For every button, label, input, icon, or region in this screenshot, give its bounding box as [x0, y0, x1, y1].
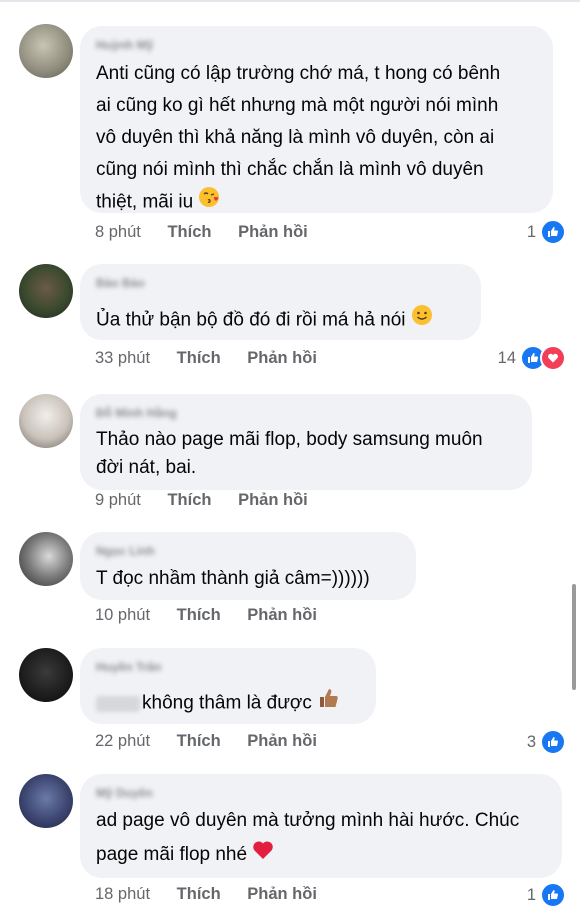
comment-text-line: vô duyên thì khả năng là mình vô duyên, …	[96, 127, 495, 148]
comment-text-line: ad page vô duyên mà tưởng mình hài hước.…	[96, 810, 520, 831]
comment-meta: 10 phút Thích Phản hồi	[95, 606, 339, 625]
top-divider	[0, 0, 580, 2]
commenter-name[interactable]: Mỹ Duyên	[96, 786, 153, 800]
comment-bubble: Đỗ Minh Hằng Thảo nào page mãi flop, bod…	[80, 394, 532, 490]
reply-button[interactable]: Phản hồi	[247, 732, 317, 750]
reaction-count: 3	[526, 732, 536, 751]
like-button[interactable]: Thích	[177, 349, 221, 367]
like-button[interactable]: Thích	[167, 491, 211, 509]
comment-bubble: Bảo Bảo Ủa thử bận bộ đồ đó đi rồi má hả…	[80, 264, 481, 340]
commenter-name[interactable]: Huỳnh Mỹ	[96, 38, 153, 52]
comment-meta: 22 phút Thích Phản hồi	[95, 732, 339, 751]
avatar[interactable]	[19, 774, 73, 828]
avatar[interactable]	[19, 648, 73, 702]
like-reaction-icon	[540, 219, 566, 245]
comment-meta: 9 phút Thích Phản hồi	[95, 491, 330, 510]
avatar[interactable]	[19, 264, 73, 318]
reaction-summary[interactable]: 1	[527, 219, 566, 245]
heart-icon	[252, 839, 274, 871]
like-button[interactable]: Thích	[177, 732, 221, 750]
reply-button[interactable]: Phản hồi	[247, 606, 317, 624]
comment-text-line: Anti cũng có lập trường chớ má, t hong c…	[96, 63, 501, 84]
reaction-summary[interactable]: 14	[498, 345, 566, 371]
reaction-count: 1	[526, 885, 536, 904]
comment-meta: 33 phút Thích Phản hồi	[95, 349, 339, 368]
like-button[interactable]: Thích	[167, 223, 211, 241]
comment-time[interactable]: 8 phút	[95, 223, 141, 241]
comment-time[interactable]: 9 phút	[95, 491, 141, 509]
reply-button[interactable]: Phản hồi	[238, 223, 308, 241]
reaction-count: 1	[526, 222, 536, 241]
comment-text-line: Ủa thử bận bộ đồ đó đi rồi má hả nói	[96, 304, 433, 337]
thumbs-up-icon	[317, 686, 341, 721]
redacted-mention	[96, 695, 140, 712]
avatar[interactable]	[19, 24, 73, 78]
reply-button[interactable]: Phản hồi	[238, 491, 308, 509]
reply-button[interactable]: Phản hồi	[247, 885, 317, 903]
comment-text-line: T đọc nhầm thành giả câm=))))))	[96, 568, 370, 589]
comment-text: không thâm là được	[142, 692, 312, 714]
comment-text-line: page mãi flop nhé	[96, 839, 274, 871]
kiss-icon	[198, 186, 220, 219]
smile-icon	[411, 304, 433, 337]
commenter-name[interactable]: Bảo Bảo	[96, 276, 145, 290]
comment-bubble: Mỹ Duyên ad page vô duyên mà tưởng mình …	[80, 774, 562, 878]
comment-text-line: thiệt, mãi iu	[96, 186, 220, 219]
like-button[interactable]: Thích	[177, 606, 221, 624]
comment-text: page mãi flop nhé	[96, 844, 248, 866]
comment-text: Ủa thử bận bộ đồ đó đi rồi má hả nói	[96, 309, 406, 331]
commenter-name[interactable]: Huyền Trân	[96, 660, 161, 674]
avatar[interactable]	[19, 394, 73, 448]
avatar[interactable]	[19, 532, 73, 586]
comment-text-line: ai cũng ko gì hết nhưng mà một người nói…	[96, 95, 499, 116]
like-reaction-icon	[540, 729, 566, 755]
comment-time[interactable]: 10 phút	[95, 606, 150, 624]
comment-time[interactable]: 18 phút	[95, 885, 150, 903]
comment-time[interactable]: 22 phút	[95, 732, 150, 750]
comment-meta: 18 phút Thích Phản hồi	[95, 885, 339, 904]
comment-time[interactable]: 33 phút	[95, 349, 150, 367]
like-reaction-icon	[540, 882, 566, 908]
comment-text-line: đời nát, bai.	[96, 457, 197, 478]
like-button[interactable]: Thích	[177, 885, 221, 903]
comment-bubble: Huyền Trân không thâm là được	[80, 648, 376, 724]
comment-bubble: Ngọc Linh T đọc nhầm thành giả câm=)))))…	[80, 532, 416, 600]
reply-button[interactable]: Phản hồi	[247, 349, 317, 367]
reaction-summary[interactable]: 3	[527, 729, 566, 755]
reaction-count: 14	[497, 348, 516, 367]
comment-bubble: Huỳnh Mỹ Anti cũng có lập trường chớ má,…	[80, 26, 553, 213]
comment-text: thiệt, mãi iu	[96, 191, 194, 213]
scrollbar[interactable]	[572, 584, 576, 690]
comment-meta: 8 phút Thích Phản hồi	[95, 223, 330, 242]
comment-text-line: không thâm là được	[96, 686, 341, 721]
comment-text-line: cũng nói mình thì chắc chắn là mình vô d…	[96, 159, 484, 180]
reaction-summary[interactable]: 1	[527, 882, 566, 908]
love-reaction-icon	[540, 345, 566, 371]
commenter-name[interactable]: Đỗ Minh Hằng	[96, 406, 177, 420]
commenter-name[interactable]: Ngọc Linh	[96, 544, 155, 558]
